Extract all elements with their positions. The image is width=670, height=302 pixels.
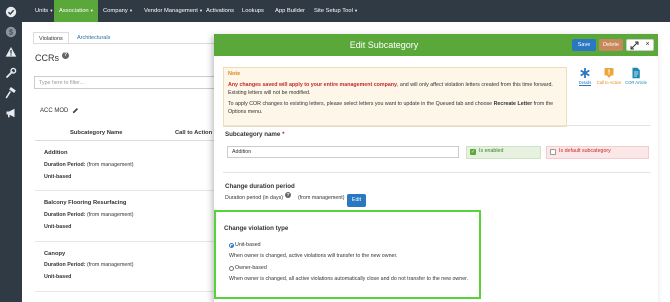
nav-site-setup-tool[interactable]: Site Setup Tool ▾ (309, 0, 362, 22)
note-box (223, 67, 567, 127)
document-icon (632, 67, 640, 79)
row-divider (35, 241, 218, 242)
edit-duration-button[interactable]: Edit (347, 194, 366, 207)
alert-flag-icon (604, 68, 614, 78)
duration-value: (from management) (298, 195, 345, 201)
row-duration: Duration Period: (from management) (44, 212, 134, 218)
default-label: Is default subcategory (559, 148, 611, 154)
row-divider (35, 190, 218, 191)
top-navigation-bar: Units ▾ Association ▾ Company ▾ Vendor Mana… (22, 0, 670, 22)
row-type: Unit-based (44, 174, 72, 180)
row-name[interactable]: Balcony Flooring Resurfacing (44, 200, 126, 206)
save-button[interactable]: Save (572, 39, 596, 51)
subcategory-name-input[interactable] (227, 146, 459, 158)
cor-article-action[interactable]: COR Article (623, 67, 649, 85)
unit-based-description: When owner is changed, active violations… (229, 253, 398, 259)
call-to-action-action[interactable]: Call to Action (596, 67, 622, 85)
help-icon[interactable]: ? (62, 52, 69, 59)
row-divider (35, 291, 218, 292)
duration-heading: Change duration period (225, 183, 295, 190)
default-checkbox[interactable] (550, 149, 556, 155)
details-action[interactable]: Details (572, 67, 598, 86)
megaphone-icon[interactable] (4, 106, 17, 119)
header-divider (35, 140, 218, 141)
nav-lookups[interactable]: Lookups (237, 0, 271, 22)
nav-company[interactable]: Company ▾ (98, 0, 137, 22)
expand-icon[interactable] (630, 41, 639, 50)
subcategory-name-label: Subcategory name * (225, 131, 285, 138)
unit-based-radio[interactable] (229, 243, 234, 248)
modal-title: Edit Subcategory (349, 40, 419, 50)
page-title: CCRs (35, 53, 59, 63)
row-type: Unit-based (44, 224, 72, 230)
check-circle-icon[interactable] (4, 5, 17, 18)
asterisk-icon (580, 68, 590, 78)
duration-help-icon[interactable]: ? (285, 192, 291, 198)
column-header-call-to-action[interactable]: Call to Action T (175, 130, 217, 136)
left-icon-rail: $ (0, 0, 22, 302)
dollar-icon[interactable]: $ (4, 25, 17, 38)
nav-vendor-management[interactable]: Vendor Management ▾ (139, 0, 207, 22)
row-duration: Duration Period: (from management) (44, 262, 134, 268)
filter-input[interactable] (34, 76, 218, 89)
close-icon[interactable]: × (643, 40, 652, 50)
wrench-icon[interactable] (4, 66, 17, 79)
nav-app-builder[interactable]: App Builder (270, 0, 312, 22)
tab-divider (33, 43, 218, 44)
row-name[interactable]: Canopy (44, 251, 65, 257)
owner-based-label[interactable]: Owner-based (235, 265, 267, 271)
violation-type-heading: Change violation type (224, 225, 289, 232)
owner-based-radio[interactable] (229, 266, 234, 271)
note-paragraph-1: Any changes saved will apply to your ent… (228, 82, 553, 96)
hammer-icon[interactable] (4, 86, 17, 99)
row-name[interactable]: Addition (44, 150, 68, 156)
owner-based-description: When owner is changed, all active violat… (229, 276, 469, 282)
duration-label: Duration period (in days) (225, 195, 283, 201)
section-label: ACC MOD (40, 108, 69, 114)
warning-icon[interactable] (4, 45, 17, 58)
note-paragraph-2: To apply COR changes to existing letters… (228, 101, 554, 115)
enabled-checkbox[interactable]: ✓ (470, 149, 476, 155)
is-enabled-toggle[interactable] (466, 146, 541, 159)
row-type: Unit-based (44, 274, 72, 280)
enabled-label: Is enabled (479, 148, 504, 154)
nav-activations[interactable]: Activations (201, 0, 241, 22)
divider (223, 172, 651, 173)
edit-pencil-icon[interactable] (72, 107, 79, 114)
note-title: Note (228, 71, 241, 77)
unit-based-label[interactable]: Unit-based (235, 242, 261, 248)
row-duration: Duration Period: (from management) (44, 162, 134, 168)
column-header-subcategory[interactable]: Subcategory Name (70, 130, 123, 136)
delete-button[interactable]: Delete (599, 39, 623, 51)
divider (223, 125, 651, 126)
svg-text:$: $ (9, 29, 13, 36)
nav-association[interactable]: Association ▾ (54, 0, 98, 22)
window-controls: × (626, 39, 654, 51)
